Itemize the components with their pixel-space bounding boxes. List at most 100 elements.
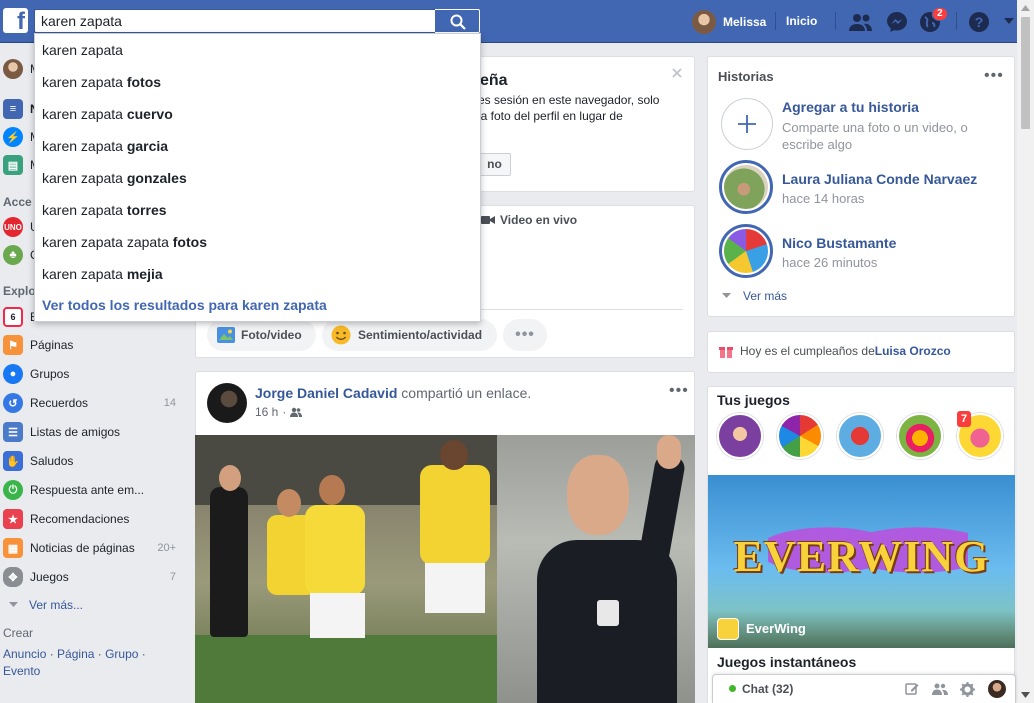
sidebar-item-pages-feed[interactable]: ▦ Noticias de páginas 20+ (0, 534, 185, 562)
scroll-up-arrow-icon[interactable] (1021, 5, 1030, 11)
story-author-name[interactable]: Nico Bustamante (782, 235, 896, 251)
chat-settings-gear-icon[interactable] (960, 682, 975, 697)
tip-card-text: es sesión en este navegador, solo la fot… (478, 93, 660, 123)
game-icon[interactable] (837, 413, 883, 459)
facebook-logo[interactable]: f (3, 8, 28, 35)
new-message-icon[interactable] (905, 682, 919, 696)
page-scrollbar[interactable] (1017, 0, 1034, 703)
chat-bar[interactable]: Chat (32) (712, 674, 1016, 703)
create-ad-link[interactable]: Anuncio (3, 647, 46, 661)
add-story-button[interactable] (721, 98, 773, 150)
chevron-down-icon (722, 293, 731, 298)
friend-requests-icon[interactable] (849, 12, 873, 32)
svg-text:?: ? (975, 14, 984, 30)
post-image-referee[interactable] (497, 435, 695, 703)
post-image-players[interactable] (195, 435, 497, 703)
game-icon[interactable] (777, 413, 823, 459)
create-links: Anuncio · Página · Grupo · Evento (3, 647, 146, 678)
sidebar-item-pages[interactable]: ⚑ Páginas (0, 331, 185, 359)
feeling-activity-button[interactable]: Sentimiento/actividad (322, 319, 497, 351)
scroll-down-arrow-icon[interactable] (1021, 692, 1030, 698)
memories-icon: ↺ (3, 393, 23, 413)
flag-icon: ⚑ (3, 335, 23, 355)
close-icon[interactable] (672, 68, 682, 78)
messenger-icon[interactable] (886, 11, 908, 33)
search-field[interactable] (34, 9, 436, 33)
divider (775, 12, 776, 30)
search-suggestions-dropdown: karen zapata karen zapata fotos karen za… (34, 33, 481, 322)
add-story-subtitle: Comparte una foto o un video, o escribe … (782, 120, 968, 152)
search-suggestion[interactable]: karen zapata torres (35, 194, 480, 226)
post-author-avatar[interactable] (207, 383, 247, 423)
search-suggestion[interactable]: karen zapata mejia (35, 258, 480, 290)
search-suggestion[interactable]: karen zapata garcia (35, 130, 480, 162)
groups-icon: ● (3, 364, 23, 384)
story-author-name[interactable]: Laura Juliana Conde Narvaez (782, 171, 977, 187)
help-icon[interactable]: ? (968, 11, 990, 33)
composer-more-button[interactable]: ••• (503, 319, 547, 351)
messenger-icon: ⚡ (3, 127, 23, 147)
create-group-icon[interactable] (932, 682, 948, 696)
sidebar-item-friend-lists[interactable]: ☰ Listas de amigos (0, 418, 185, 446)
home-link[interactable]: Inicio (786, 0, 817, 43)
sidebar-item-memories[interactable]: ↺ Recuerdos 14 (0, 389, 185, 417)
account-menu-chevron-icon[interactable] (1004, 18, 1014, 25)
birthday-person[interactable]: Luisa Orozco (875, 344, 951, 358)
create-event-link[interactable]: Evento (3, 664, 40, 678)
stories-options-button[interactable]: ••• (984, 68, 1004, 84)
online-status-dot (729, 685, 736, 692)
game-icon[interactable] (897, 413, 943, 459)
everwing-banner[interactable]: EVERWING EverWing (708, 475, 1015, 648)
search-suggestion[interactable]: karen zapata (35, 34, 480, 66)
uno-game-icon: UNO (3, 217, 23, 237)
pages-feed-icon: ▦ (3, 538, 23, 558)
game-icon[interactable] (717, 413, 763, 459)
story-avatar[interactable] (719, 224, 773, 278)
create-page-link[interactable]: Página (57, 647, 94, 661)
search-icon (450, 14, 466, 30)
game-badge: 7 (957, 411, 972, 427)
live-video-tab[interactable]: Video en vivo (481, 213, 577, 227)
profile-link[interactable]: Melissa (692, 0, 766, 43)
story-avatar[interactable] (719, 160, 773, 214)
sidebar-item-groups[interactable]: ● Grupos (0, 360, 185, 388)
add-story-title[interactable]: Agregar a tu historia (782, 99, 919, 115)
search-suggestion[interactable]: karen zapata zapata fotos (35, 226, 480, 258)
sidebar-see-more[interactable]: Ver más... (0, 591, 185, 619)
chat-label: Chat (32) (742, 682, 794, 696)
stories-see-more[interactable]: Ver más (722, 289, 787, 303)
post-options-button[interactable]: ••• (669, 382, 689, 400)
post-header: Jorge Daniel Cadavid compartió un enlace… (255, 385, 531, 401)
sidebar-item-crisis-response[interactable]: ⏻ Respuesta ante em... (0, 476, 185, 504)
tree-icon: ♣ (3, 245, 23, 265)
divider (956, 12, 957, 30)
photo-video-button[interactable]: Foto/video (207, 319, 316, 351)
crisis-response-icon: ⏻ (3, 480, 23, 500)
games-title: Tus juegos (717, 392, 790, 408)
sidebar-item-games[interactable]: ✥ Juegos 7 (0, 563, 185, 591)
story-time: hace 26 minutos (782, 255, 878, 270)
scrollbar-thumb[interactable] (1021, 17, 1030, 129)
sidebar-item-recommendations[interactable]: ★ Recomendaciones (0, 505, 185, 533)
create-group-link[interactable]: Grupo (105, 647, 138, 661)
avatar (3, 59, 23, 79)
chat-contact-avatar[interactable] (988, 680, 1006, 698)
games-controller-icon: ✥ (3, 567, 23, 587)
post-author-name[interactable]: Jorge Daniel Cadavid (255, 385, 397, 401)
recommendations-icon: ★ (3, 509, 23, 529)
search-suggestion[interactable]: karen zapata cuervo (35, 98, 480, 130)
avatar (692, 9, 716, 34)
marketplace-icon: ▤ (3, 155, 23, 175)
create-heading: Crear (3, 626, 34, 640)
see-all-results-link[interactable]: Ver todos los resultados para karen zapa… (42, 297, 327, 313)
search-suggestion[interactable]: karen zapata gonzales (35, 162, 480, 194)
stories-title: Historias (718, 69, 774, 84)
post-meta: 16 h · (255, 405, 303, 419)
news-feed-icon: ≡ (3, 99, 23, 119)
search-input[interactable] (35, 10, 436, 32)
tip-card-button[interactable]: no (478, 153, 511, 176)
sidebar-item-pokes[interactable]: ✋ Saludos (0, 447, 185, 475)
search-suggestion[interactable]: karen zapata fotos (35, 66, 480, 98)
post-timestamp[interactable]: 16 h (255, 405, 278, 419)
search-button[interactable] (435, 9, 480, 33)
